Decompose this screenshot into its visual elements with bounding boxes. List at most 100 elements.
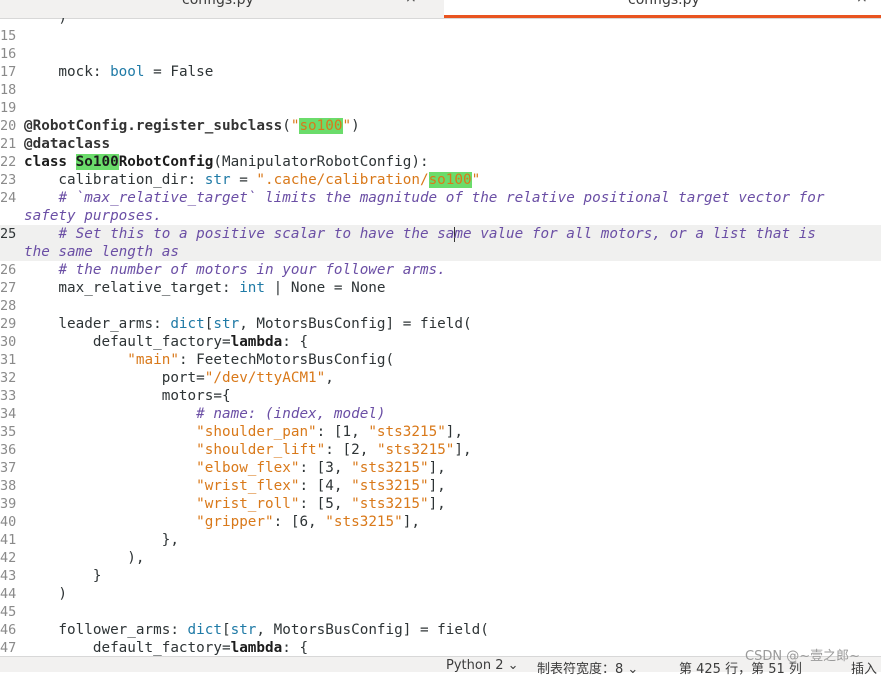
line-text: the same length as <box>24 244 179 260</box>
line-text: default_factory=lambda: { <box>24 640 309 656</box>
code-line: 34 # name: (index, model) <box>0 405 881 423</box>
tab-configs-1[interactable]: configs.py × <box>0 0 443 18</box>
line-number: 37 <box>0 460 17 476</box>
line-number: 40 <box>0 514 17 530</box>
code-line: 46 follower_arms: dict[str, MotorsBusCon… <box>0 621 881 639</box>
line-text: leader_arms: dict[str, MotorsBusConfig] … <box>24 316 472 332</box>
tab-width-selector[interactable]: 制表符宽度：8 ⌄ <box>537 658 638 677</box>
line-text: motors={ <box>24 388 231 404</box>
line-number: 19 <box>0 100 17 116</box>
code-line: 22 class So100RobotConfig(ManipulatorRobo… <box>0 153 881 171</box>
line-text: mock: bool = False <box>24 64 214 80</box>
tab-bar: configs.py × configs.py × <box>0 0 881 19</box>
line-text: "wrist_roll": [5, "sts3215"], <box>196 496 446 512</box>
line-number: 31 <box>0 352 17 368</box>
code-line: 45 <box>0 603 881 621</box>
line-text: default_factory=lambda: { <box>24 334 309 350</box>
code-line: 27 max_relative_target: int | None = Non… <box>0 279 881 297</box>
line-text: follower_arms: dict[str, MotorsBusConfig… <box>24 622 489 638</box>
line-text: "wrist_flex": [4, "sts3215"], <box>196 478 446 494</box>
line-number: 46 <box>0 622 17 638</box>
code-line: 31 "main": FeetechMotorsBusConfig( <box>0 351 881 369</box>
line-number: 33 <box>0 388 17 404</box>
line-text: "gripper": [6, "sts3215"], <box>196 514 420 530</box>
code-line: 40 "gripper": [6, "sts3215"], <box>0 513 881 531</box>
close-icon[interactable]: × <box>856 0 868 6</box>
line-text: ) <box>24 18 68 26</box>
line-number: 17 <box>0 64 17 80</box>
code-line: 32 port="/dev/ttyACM1", <box>0 369 881 387</box>
line-number: 34 <box>0 406 17 422</box>
code-line: 26 # the number of motors in your follow… <box>0 261 881 279</box>
code-line: 41 }, <box>0 531 881 549</box>
line-number: 36 <box>0 442 17 458</box>
line-number: 41 <box>0 532 17 548</box>
code-line: 30 default_factory=lambda: { <box>0 333 881 351</box>
code-line: 21 @dataclass <box>0 135 881 153</box>
code-line: 24 # `max_relative_target` limits the ma… <box>0 189 881 207</box>
line-text: } <box>24 568 102 584</box>
tab-label: configs.py <box>628 0 700 8</box>
line-number: 30 <box>0 334 17 350</box>
code-line: 37 "elbow_flex": [3, "sts3215"], <box>0 459 881 477</box>
code-line: 29 leader_arms: dict[str, MotorsBusConfi… <box>0 315 881 333</box>
code-line: safety purposes. <box>0 207 881 225</box>
line-number: 15 <box>0 28 17 44</box>
code-line: 38 "wrist_flex": [4, "sts3215"], <box>0 477 881 495</box>
line-text: # the number of motors in your follower … <box>58 262 446 278</box>
code-line: the same length as <box>0 243 881 261</box>
code-line: 25 # Set this to a positive scalar to ha… <box>0 225 881 243</box>
code-line: 16 <box>0 45 881 63</box>
line-number: 45 <box>0 604 17 620</box>
code-line: 19 <box>0 99 881 117</box>
line-number: 47 <box>0 640 17 656</box>
line-text: @dataclass <box>24 136 111 152</box>
line-text: safety purposes. <box>24 208 162 224</box>
line-text: port="/dev/ttyACM1", <box>24 370 334 386</box>
code-line: 28 <box>0 297 881 315</box>
line-number: 27 <box>0 280 17 296</box>
line-text: calibration_dir: str = ".cache/calibrati… <box>24 172 481 188</box>
code-line: ) <box>0 18 881 27</box>
line-number: 39 <box>0 496 17 512</box>
line-number: 29 <box>0 316 17 332</box>
line-number: 22 <box>0 154 17 170</box>
code-line: 15 <box>0 27 881 45</box>
line-number: 23 <box>0 172 17 188</box>
line-text: class So100RobotConfig(ManipulatorRobotC… <box>24 154 429 170</box>
code-line: 17 mock: bool = False <box>0 63 881 81</box>
line-text: "elbow_flex": [3, "sts3215"], <box>196 460 446 476</box>
line-number: 21 <box>0 136 17 152</box>
line-number: 35 <box>0 424 17 440</box>
line-number: 28 <box>0 298 17 314</box>
code-line: 43 } <box>0 567 881 585</box>
tab-label: configs.py <box>182 0 254 8</box>
line-text: "shoulder_lift": [2, "sts3215"], <box>196 442 472 458</box>
line-text: ) <box>24 586 68 602</box>
line-text: # name: (index, model) <box>196 406 386 422</box>
code-line: 20 @RobotConfig.register_subclass("so100"… <box>0 117 881 135</box>
line-number: 16 <box>0 46 17 62</box>
line-text: # `max_relative_target` limits the magni… <box>58 190 825 206</box>
code-line: 23 calibration_dir: str = ".cache/calibr… <box>0 171 881 189</box>
line-number: 24 <box>0 190 17 206</box>
line-number: 32 <box>0 370 17 386</box>
line-number: 42 <box>0 550 17 566</box>
code-line: 39 "wrist_roll": [5, "sts3215"], <box>0 495 881 513</box>
close-icon[interactable]: × <box>405 0 417 6</box>
code-line: 35 "shoulder_pan": [1, "sts3215"], <box>0 423 881 441</box>
code-line: 44 ) <box>0 585 881 603</box>
code-line: 33 motors={ <box>0 387 881 405</box>
line-number: 18 <box>0 82 17 98</box>
line-number: 20 <box>0 118 17 134</box>
line-number: 26 <box>0 262 17 278</box>
line-number: 25 <box>0 226 17 242</box>
code-line: 42 ), <box>0 549 881 567</box>
code-editor[interactable]: ) 15 16 17 mock: bool = False 18 19 20 @RobotCo… <box>0 18 881 656</box>
code-line: 18 <box>0 81 881 99</box>
line-text: }, <box>24 532 179 548</box>
line-text: "main": FeetechMotorsBusConfig( <box>127 352 395 368</box>
line-text: # Set this to a positive scalar to have … <box>58 226 816 242</box>
code-line: 36 "shoulder_lift": [2, "sts3215"], <box>0 441 881 459</box>
line-number: 44 <box>0 586 17 602</box>
